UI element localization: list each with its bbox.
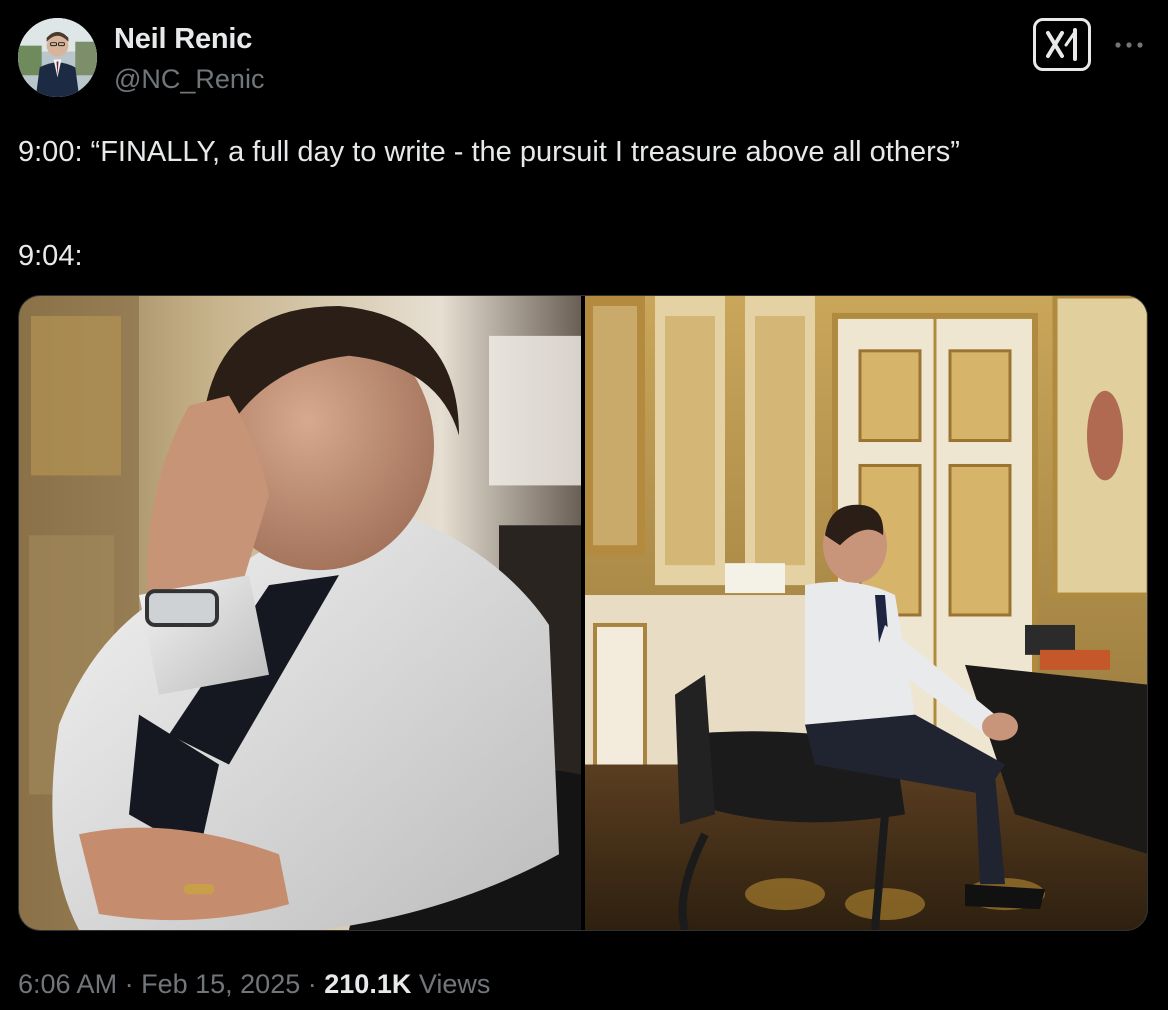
more-icon [1115, 42, 1143, 48]
tweet-time[interactable]: 6:06 AM [18, 969, 117, 999]
author-display-name[interactable]: Neil Renic [114, 20, 252, 58]
avatar-photo-icon [18, 18, 97, 97]
views-count: 210.1K [324, 969, 412, 999]
tweet-photo-2[interactable] [585, 296, 1147, 930]
photo-man-seated-ornate-office-icon [585, 296, 1147, 930]
grok-icon [1046, 28, 1077, 61]
grok-button[interactable] [1033, 18, 1091, 71]
author-avatar[interactable] [18, 18, 97, 97]
tweet-date[interactable]: Feb 15, 2025 [141, 969, 300, 999]
views-label: Views [418, 969, 491, 999]
photo-man-hand-on-forehead-icon [19, 296, 581, 930]
tweet-media-grid [18, 295, 1148, 931]
tweet-meta: 6:06 AM · Feb 15, 2025 · 210.1K Views [18, 962, 490, 1006]
more-options-button[interactable] [1111, 30, 1147, 60]
meta-separator: · [124, 969, 134, 999]
meta-separator: · [307, 969, 317, 999]
tweet-text: 9:00: “FINALLY, a full day to write - th… [18, 136, 960, 272]
tweet-photo-1[interactable] [19, 296, 581, 930]
author-handle[interactable]: @NC_Renic [114, 60, 264, 98]
